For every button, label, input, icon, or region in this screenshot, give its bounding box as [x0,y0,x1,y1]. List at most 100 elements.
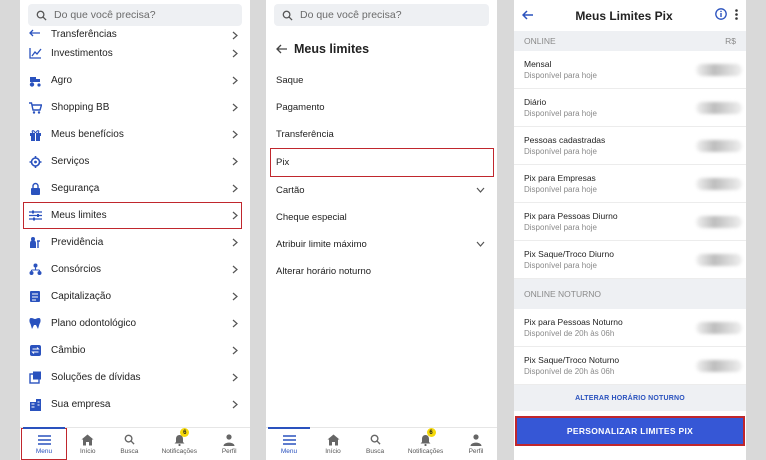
limit-row-pix-saque-troco-diurno[interactable]: Pix Saque/Troco Diurno Disponível para ho… [514,241,746,279]
nav-perfil[interactable]: Perfil [208,428,250,460]
menu-item-label: Soluções de dívidas [51,372,141,383]
nav-menu[interactable]: Menu [21,427,67,460]
menu-item-cambio[interactable]: Câmbio [20,337,250,364]
nav-inicio-label: Início [80,448,96,455]
lock-icon [28,182,42,196]
nav-menu-label: Menu [280,448,298,455]
nav-busca[interactable]: Busca [109,428,151,460]
menu-item-plano-odontologico[interactable]: Plano odontológico [20,310,250,337]
nav-notificacoes[interactable]: 6 Notificações [150,428,208,460]
limits-panel: Meus limites Saque Pagamento Transferênc… [266,0,497,460]
info-icon[interactable] [715,7,727,25]
menu-item-label: Consórcios [51,264,102,275]
link-label: ALTERAR HORÁRIO NOTURNO [575,394,685,402]
nav-inicio-label: Início [325,448,341,455]
menu-item-meus-limites[interactable]: Meus limites [23,202,242,229]
home-icon [81,433,95,446]
limit-row-pix-empresas[interactable]: Pix para Empresas Disponível para hoje [514,165,746,203]
nav-menu-label: Menu [35,448,53,455]
menu-item-label: Meus limites [51,210,107,221]
limit-row-pix-pessoas-noturno[interactable]: Pix para Pessoas Noturno Disponível de 20… [514,309,746,347]
blurred-value [696,177,742,190]
menu-item-label: Câmbio [51,345,86,356]
limit-item-pagamento[interactable]: Pagamento [266,94,497,121]
limit-item-atribuir-limite-maximo[interactable]: Atribuir limite máximo [266,231,497,258]
transfer-icon [28,28,42,40]
menu-item-transferencias[interactable]: Transferências [20,28,250,40]
menu-item-previdencia[interactable]: Previdência [20,229,250,256]
limit-row-pessoas-cadastradas[interactable]: Pessoas cadastradas Disponível para hoje [514,127,746,165]
blurred-value [696,359,742,372]
limit-availability: Disponível para hoje [524,185,597,194]
menu-item-seguranca[interactable]: Segurança [20,175,250,202]
limit-item-label: Pagamento [276,102,325,113]
limit-row-mensal[interactable]: Mensal Disponível para hoje [514,51,746,89]
search-icon [34,8,48,22]
nav-busca[interactable]: Busca [354,428,396,460]
menu-item-meus-beneficios[interactable]: Meus benefícios [20,121,250,148]
limit-item-cartao[interactable]: Cartão [266,177,497,204]
blurred-value [696,321,742,334]
limit-row-pix-pessoas-diurno[interactable]: Pix para Pessoas Diurno Disponível para h… [514,203,746,241]
search-input[interactable] [300,9,480,21]
nav-inicio[interactable]: Início [312,428,354,460]
chevron-right-icon [232,103,240,113]
limit-row-diario[interactable]: Diário Disponível para hoje [514,89,746,127]
limit-item-label: Alterar horário noturno [276,266,372,277]
menu-item-servicos[interactable]: Serviços [20,148,250,175]
more-options-icon[interactable] [735,7,738,25]
change-night-hours-link[interactable]: ALTERAR HORÁRIO NOTURNO [514,385,746,411]
search-input[interactable] [54,9,234,21]
nav-perfil[interactable]: Perfil [455,428,497,460]
bottom-nav: Menu Início Busca 6 Notificações Perfil [266,427,497,460]
notification-badge: 6 [426,428,436,437]
search-bar[interactable] [274,4,489,26]
profile-icon [469,433,483,446]
menu-item-label: Previdência [51,237,104,248]
search-bar[interactable] [28,4,242,26]
chevron-right-icon [232,49,240,59]
chevron-right-icon [232,30,240,40]
menu-item-agro[interactable]: Agro [20,67,250,94]
consortium-icon [28,263,42,277]
limit-item-saque[interactable]: Saque [266,67,497,94]
search-icon [368,433,382,446]
menu-item-sua-empresa[interactable]: Sua empresa [20,391,250,418]
limit-row-pix-saque-troco-noturno[interactable]: Pix Saque/Troco Noturno Disponível de 20h… [514,347,746,385]
limit-item-pix[interactable]: Pix [270,148,494,177]
notification-badge: 6 [180,428,190,437]
chevron-right-icon [232,373,240,383]
nav-menu[interactable]: Menu [266,427,312,460]
exchange-icon [28,344,42,358]
limit-name: Pix para Pessoas Noturno [524,317,623,327]
menu-item-label: Transferências [51,29,117,40]
back-arrow-icon[interactable] [521,7,533,25]
capitalization-icon [28,290,42,304]
button-label: PERSONALIZAR LIMITES PIX [566,426,694,436]
blurred-value [696,139,742,152]
menu-item-label: Investimentos [51,48,113,59]
limit-item-alterar-horario-noturno[interactable]: Alterar horário noturno [266,258,497,285]
profile-icon [222,433,236,446]
limit-item-cheque-especial[interactable]: Cheque especial [266,204,497,231]
nav-notificacoes[interactable]: 6 Notificações [396,428,455,460]
search-icon [122,433,136,446]
menu-item-label: Capitalização [51,291,112,302]
menu-item-solucoes-de-dividas[interactable]: Soluções de dívidas [20,364,250,391]
menu-item-capitalizacao[interactable]: Capitalização [20,283,250,310]
limit-name: Pix Saque/Troco Noturno [524,355,620,365]
menu-item-label: Segurança [51,183,100,194]
customize-pix-limits-button[interactable]: PERSONALIZAR LIMITES PIX [515,416,745,446]
limit-name: Pix para Pessoas Diurno [524,211,618,221]
tooth-icon [28,317,42,331]
limit-item-transferencia[interactable]: Transferência [266,121,497,148]
back-arrow-icon[interactable] [276,43,288,55]
chevron-right-icon [232,346,240,356]
nav-inicio[interactable]: Início [67,428,109,460]
menu-item-investimentos[interactable]: Investimentos [20,40,250,67]
section-label: ONLINE NOTURNO [524,289,601,299]
menu-item-shopping-bb[interactable]: Shopping BB [20,94,250,121]
gift-icon [28,128,42,142]
menu-item-consorcios[interactable]: Consórcios [20,256,250,283]
limit-availability: Disponível para hoje [524,147,597,156]
